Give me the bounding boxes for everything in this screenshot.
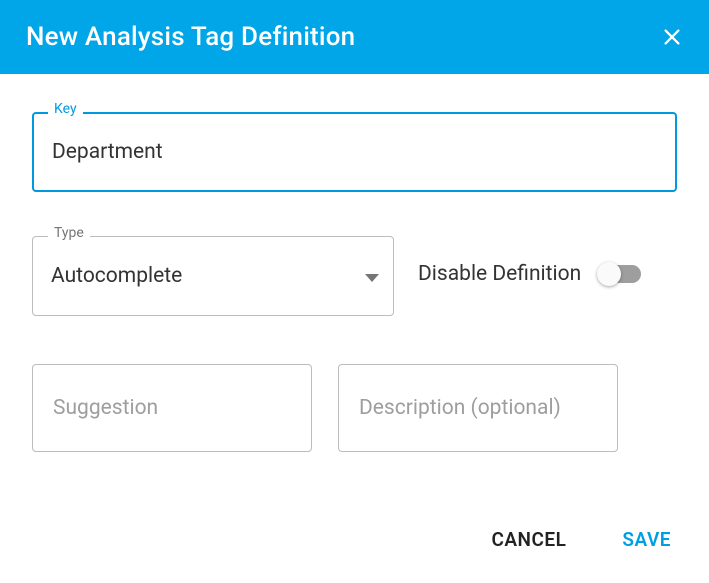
close-icon — [661, 26, 683, 48]
cancel-button[interactable]: CANCEL — [485, 520, 572, 559]
type-label: Type — [48, 225, 90, 241]
close-button[interactable] — [661, 26, 683, 48]
chevron-down-icon — [365, 264, 379, 288]
key-field-container: Key Department — [32, 112, 677, 192]
save-button[interactable]: SAVE — [616, 520, 677, 559]
dialog-new-analysis-tag: New Analysis Tag Definition Key Departme… — [0, 0, 709, 580]
suggestion-placeholder: Suggestion — [53, 396, 158, 420]
toggle-knob — [597, 262, 621, 286]
type-field-container: Type Autocomplete — [32, 236, 394, 316]
dialog-title: New Analysis Tag Definition — [26, 22, 355, 52]
type-select[interactable]: Autocomplete — [32, 236, 394, 316]
dialog-content: Key Department Type Autocomplete Disable… — [0, 74, 709, 520]
dialog-actions: CANCEL SAVE — [0, 520, 709, 583]
type-select-value: Autocomplete — [51, 264, 182, 288]
type-disable-row: Type Autocomplete Disable Definition — [32, 236, 677, 316]
dialog-header: New Analysis Tag Definition — [0, 0, 709, 74]
suggestion-input[interactable]: Suggestion — [32, 364, 312, 452]
key-label: Key — [48, 101, 83, 117]
disable-definition-label: Disable Definition — [418, 262, 581, 286]
disable-definition-toggle[interactable] — [599, 265, 641, 283]
description-placeholder: Description (optional) — [359, 396, 561, 420]
key-input-value: Department — [52, 140, 163, 164]
suggestion-description-row: Suggestion Description (optional) — [32, 364, 677, 452]
key-input[interactable]: Department — [32, 112, 677, 192]
disable-definition-group: Disable Definition — [418, 236, 641, 286]
description-input[interactable]: Description (optional) — [338, 364, 618, 452]
